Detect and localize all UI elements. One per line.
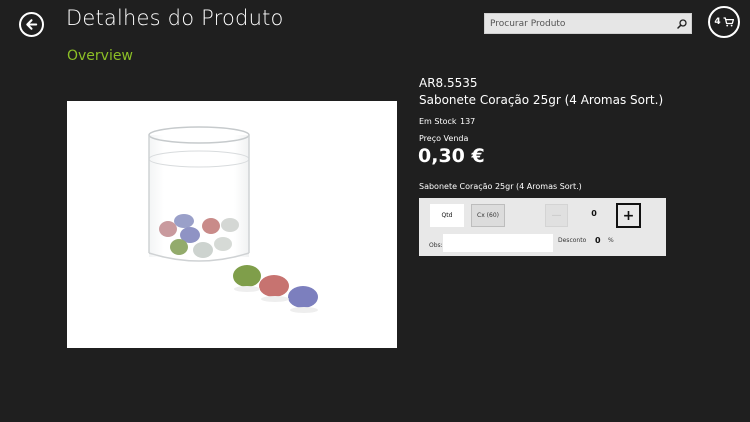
product-price: 0,30 €	[418, 145, 485, 167]
product-name: Sabonete Coração 25gr (4 Aromas Sort.)	[419, 93, 664, 107]
cart-icon	[723, 17, 734, 27]
unit-quantity-button[interactable]: Qtd	[430, 204, 464, 227]
product-description: Sabonete Coração 25gr (4 Aromas Sort.)	[419, 182, 582, 191]
product-sku: AR8.5535	[419, 76, 478, 90]
box-quantity-button[interactable]: Cx (60)	[471, 204, 505, 227]
stock-value: 137	[460, 117, 476, 126]
search-icon[interactable]	[673, 14, 691, 33]
increment-button[interactable]: +	[616, 203, 641, 228]
quantity-value: 0	[591, 209, 597, 218]
decrement-button[interactable]: —	[545, 204, 568, 227]
stock-label: Em Stock	[419, 117, 457, 126]
back-arrow-icon	[24, 17, 39, 32]
page-title: Detalhes do Produto	[66, 6, 284, 30]
obs-label: Obs:	[429, 242, 443, 249]
discount-label: Desconto	[558, 237, 587, 244]
product-image	[67, 101, 397, 348]
search-input[interactable]	[485, 14, 673, 33]
discount-percent-sign: %	[608, 237, 614, 244]
obs-input[interactable]	[443, 234, 553, 252]
overview-subtitle: Overview	[67, 48, 133, 64]
cart-count-badge: 4	[714, 17, 721, 27]
search-box[interactable]	[484, 13, 692, 34]
back-button[interactable]	[19, 12, 44, 37]
order-panel: Qtd Cx (60) — 0 + Obs: Desconto 0 %	[419, 198, 666, 256]
cart-button[interactable]: 4	[708, 6, 740, 38]
discount-value[interactable]: 0	[595, 236, 601, 245]
price-label: Preço Venda	[419, 134, 469, 143]
